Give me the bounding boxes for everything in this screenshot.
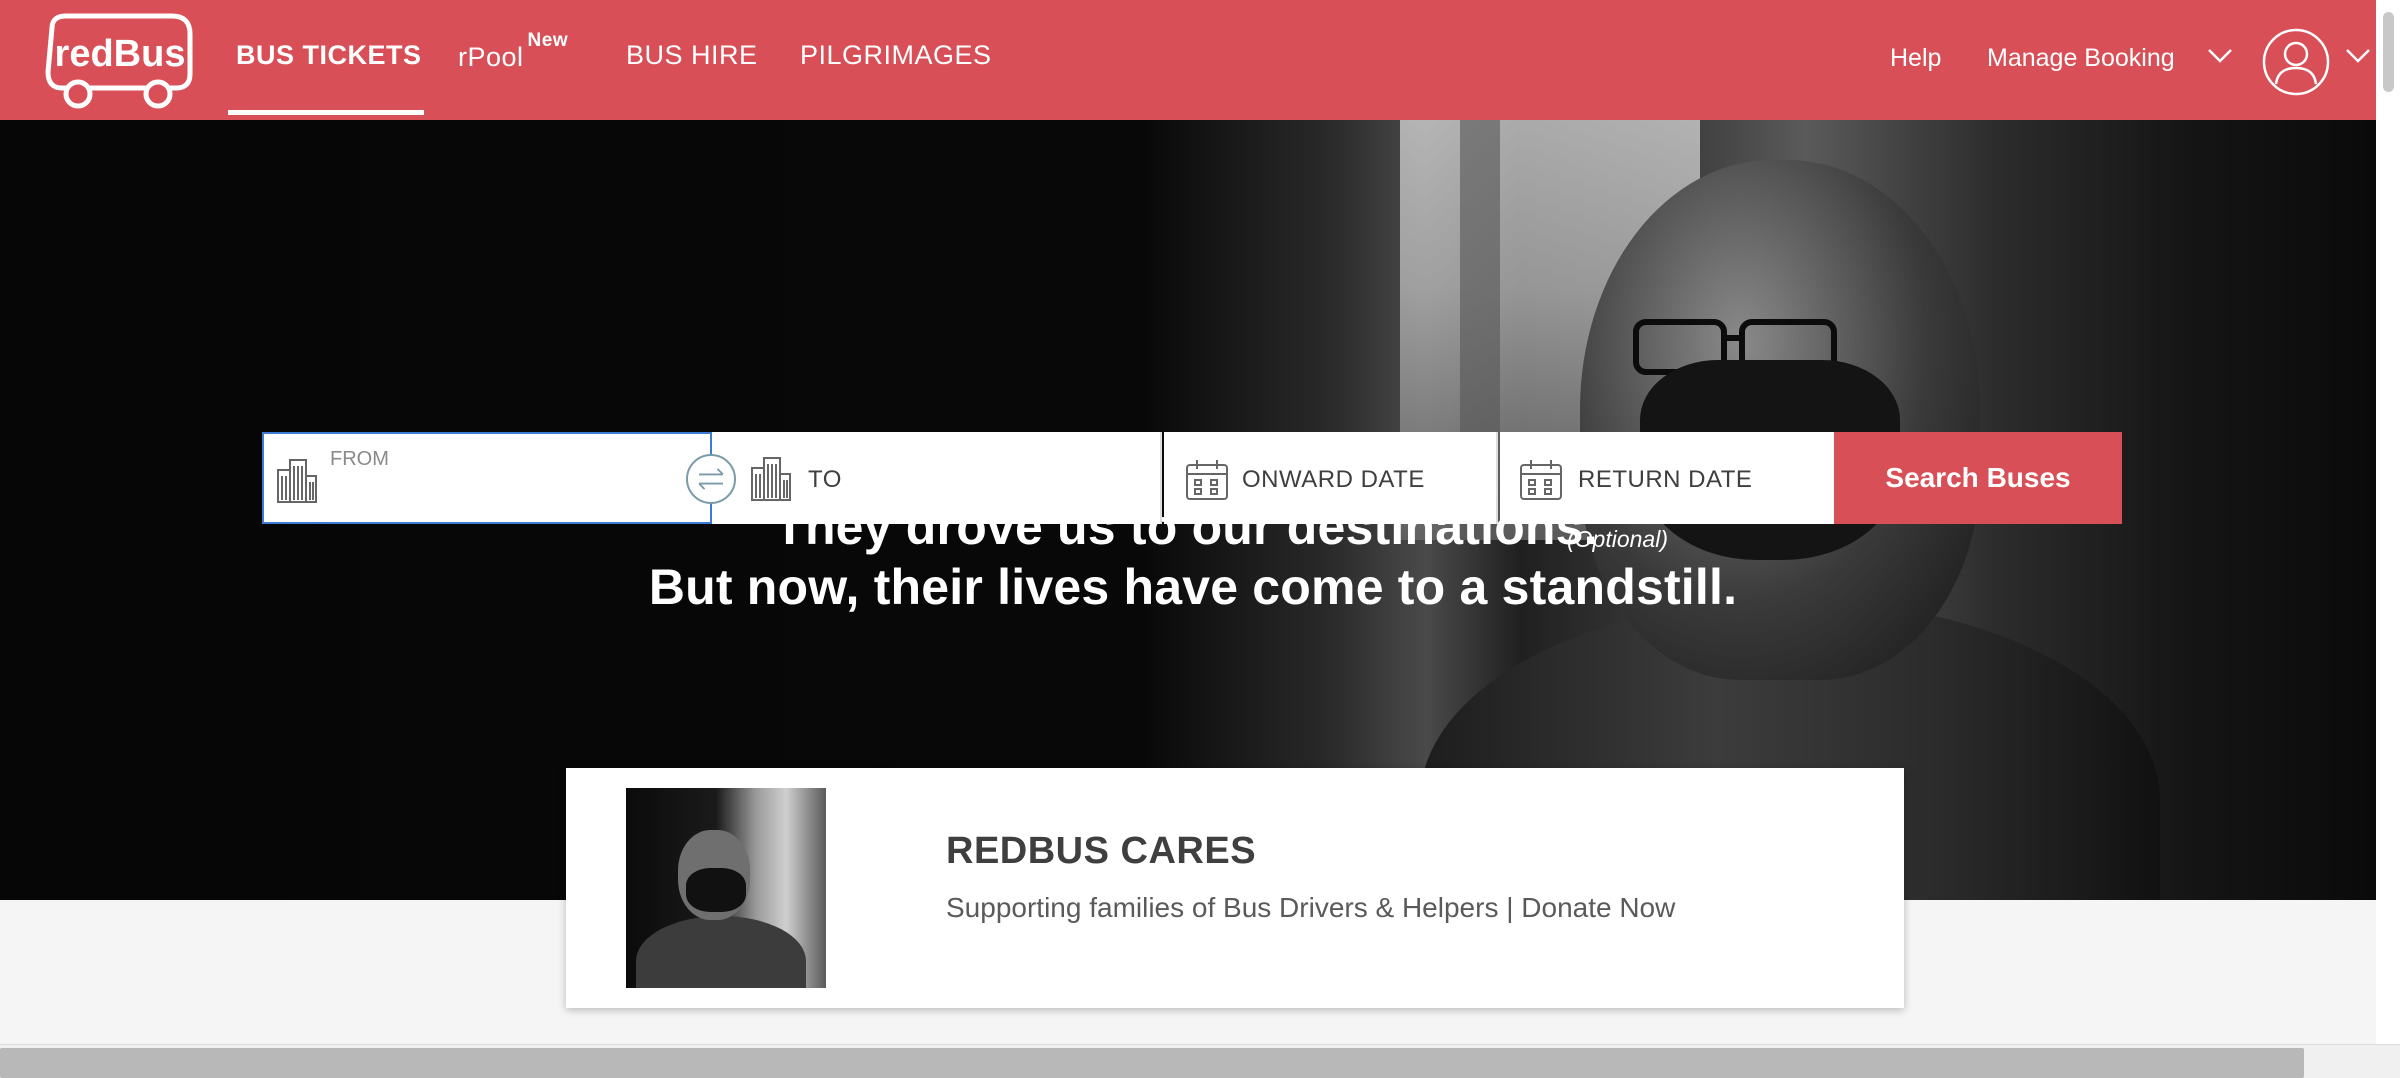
hero-headline-line2: But now, their lives have come to a stan…: [648, 559, 1738, 615]
vertical-scroll-thumb[interactable]: [2383, 12, 2394, 92]
nav-bus-hire[interactable]: BUS HIRE: [626, 40, 758, 71]
driver-photo: [626, 788, 826, 988]
new-badge: New: [527, 30, 569, 51]
to-city-input[interactable]: TO: [712, 432, 1162, 524]
top-navbar: redBus BUS TICKETS rPoolNew BUS HIRE PIL…: [0, 0, 2376, 120]
account-chevron-down-icon[interactable]: [2344, 46, 2372, 66]
onward-date-input[interactable]: ONWARD DATE: [1164, 432, 1498, 524]
calendar-icon: [1520, 460, 1562, 500]
card-title: REDBUS CARES: [946, 830, 1257, 872]
city-buildings-icon: [751, 457, 791, 501]
nav-rpool[interactable]: rPoolNew: [458, 30, 568, 73]
nav-rpool-label: rPool: [458, 42, 524, 72]
return-date-label: RETURN DATE: [1578, 466, 1753, 493]
donate-link[interactable]: Supporting families of Bus Drivers & Hel…: [946, 892, 1675, 924]
from-city-input[interactable]: FROM: [262, 432, 712, 524]
manage-booking-link[interactable]: Manage Booking: [1987, 44, 2175, 73]
swap-cities-icon[interactable]: [686, 454, 736, 504]
chevron-down-icon[interactable]: [2206, 46, 2234, 66]
to-label: TO: [808, 466, 842, 493]
return-optional-hint: (Optional): [1567, 526, 1668, 552]
search-buses-button[interactable]: Search Buses: [1834, 432, 2122, 524]
user-avatar-icon[interactable]: [2262, 28, 2330, 96]
redbus-cares-card[interactable]: REDBUS CARES Supporting families of Bus …: [566, 768, 1904, 1008]
city-buildings-icon: [277, 459, 317, 503]
return-date-input[interactable]: RETURN DATE: [1500, 432, 1834, 524]
help-link[interactable]: Help: [1890, 44, 1941, 73]
redbus-logo[interactable]: redBus: [40, 10, 198, 110]
from-label: FROM: [330, 448, 389, 470]
onward-date-label: ONWARD DATE: [1242, 466, 1425, 493]
active-tab-indicator: [228, 110, 424, 115]
horizontal-scroll-thumb[interactable]: [0, 1048, 2304, 1078]
nav-bus-tickets[interactable]: BUS TICKETS: [236, 40, 422, 71]
vertical-scrollbar[interactable]: [2376, 0, 2400, 1044]
logo-text: redBus: [55, 33, 186, 75]
calendar-icon: [1186, 460, 1228, 500]
nav-pilgrimages[interactable]: PILGRIMAGES: [800, 40, 992, 71]
